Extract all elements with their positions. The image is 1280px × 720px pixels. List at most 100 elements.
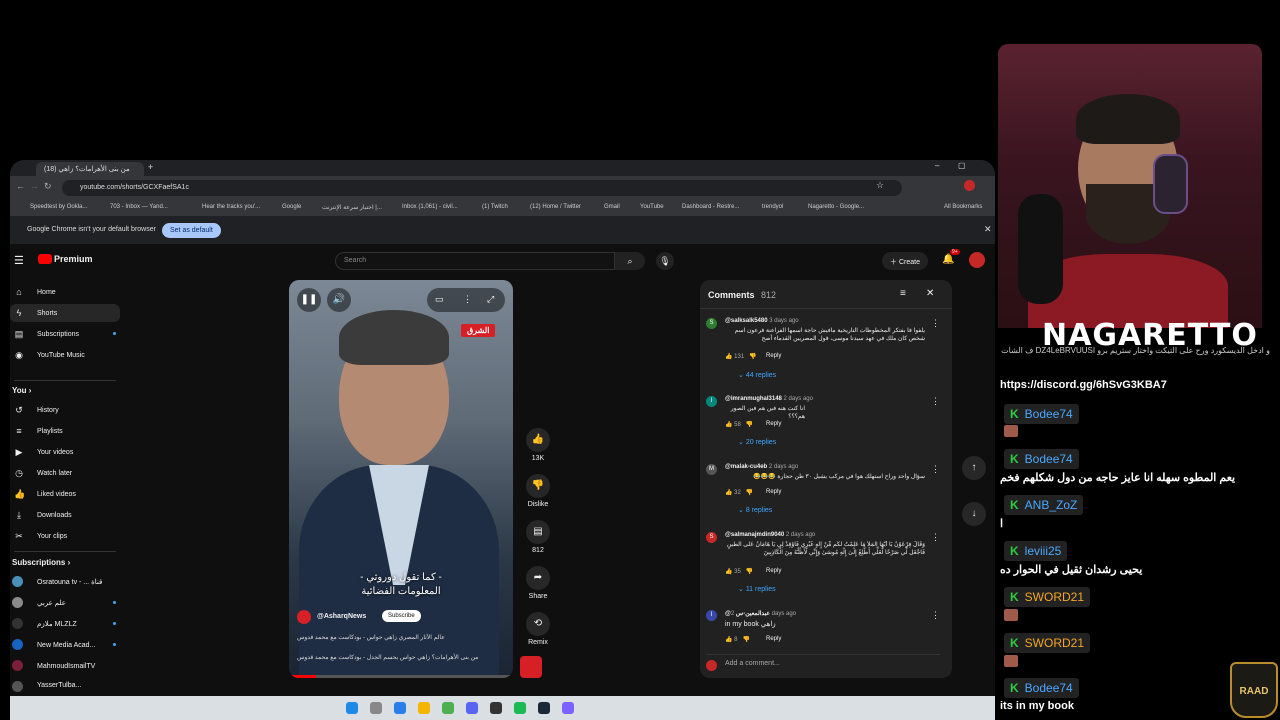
account-avatar[interactable] <box>969 252 985 268</box>
video-link-text[interactable]: عالم الآثار المصري زاهي حواس - بودكاست م… <box>297 634 445 641</box>
search-input[interactable]: Search <box>335 252 615 270</box>
subscription-channel[interactable]: Osratouna tv - ... قناة <box>10 573 120 591</box>
explorer-icon[interactable] <box>418 702 430 714</box>
reply-button[interactable]: Reply <box>766 421 781 427</box>
obs-icon[interactable] <box>490 702 502 714</box>
comment-author[interactable]: @malak-cu4eb 2 days ago <box>725 464 798 470</box>
new-tab-icon[interactable]: + <box>148 162 153 172</box>
comment-like-button[interactable]: 👍 32 👎 <box>725 489 753 496</box>
windows-start-icon[interactable] <box>346 702 358 714</box>
short-video-player[interactable]: ❚❚ 🔊 ▭ ⋮ ⤢ الشرق - كما تقول دوروثي - الم… <box>289 280 513 678</box>
bookmark-item[interactable]: (12) Home / Twitter <box>530 204 581 210</box>
sidebar-item-liked[interactable]: 👍 Liked videos <box>10 485 120 503</box>
app-icon[interactable] <box>562 702 574 714</box>
steam-icon[interactable] <box>538 702 550 714</box>
discord-link[interactable]: https://discord.gg/6hSvG3KBA7 <box>1000 379 1167 391</box>
voice-search-icon[interactable]: 🎙 <box>656 252 674 270</box>
progress-track[interactable] <box>289 675 513 678</box>
bookmark-item[interactable]: Inbox (1,061) - civil... <box>402 204 458 210</box>
reply-button[interactable]: Reply <box>766 568 781 574</box>
url-field[interactable]: youtube.com/shorts/GCXFaefSA1c <box>62 180 902 196</box>
view-replies-button[interactable]: ⌄ 44 replies <box>738 371 776 379</box>
subscription-channel[interactable]: ملازم MLZLZ <box>10 615 120 633</box>
all-bookmarks[interactable]: All Bookmarks <box>944 204 982 210</box>
bookmark-item[interactable]: trendyol <box>762 204 783 210</box>
bookmark-item[interactable]: Google <box>282 204 301 210</box>
comment-author[interactable]: @عبدالمعين-س 2 days ago <box>725 610 796 617</box>
sidebar-item-subscriptions[interactable]: ▤ Subscriptions <box>10 325 120 343</box>
spotify-icon[interactable] <box>514 702 526 714</box>
close-icon[interactable]: ✕ <box>984 224 992 235</box>
youtube-logo-icon[interactable] <box>38 254 52 264</box>
bookmark-item[interactable]: Dashboard - Restre... <box>682 204 739 210</box>
edge-icon[interactable] <box>394 702 406 714</box>
pause-icon[interactable]: ❚❚ <box>297 288 321 312</box>
reload-icon[interactable]: ↻ <box>44 181 52 192</box>
comment-avatar[interactable]: S <box>706 318 717 329</box>
comment-author[interactable]: @salksalk5480 3 days ago <box>725 318 799 324</box>
discord-icon[interactable] <box>466 702 478 714</box>
bookmark-item[interactable]: (1) Twitch <box>482 204 508 210</box>
comment-avatar[interactable]: S <box>706 532 717 543</box>
sort-icon[interactable]: ≡ <box>900 288 906 299</box>
youtube-logo-text[interactable]: Premium <box>54 254 93 264</box>
dislike-button[interactable]: 👎 Dislike <box>518 474 558 508</box>
bookmark-item[interactable]: YouTube <box>640 204 664 210</box>
comments-button[interactable]: ▤ 812 <box>518 520 558 554</box>
comment-like-button[interactable]: 👍 131 👎 <box>725 353 757 360</box>
reply-button[interactable]: Reply <box>766 636 781 642</box>
comment-avatar[interactable]: I <box>706 610 717 621</box>
sidebar-item-shorts[interactable]: ϟ Shorts <box>10 304 120 322</box>
subscription-channel[interactable]: YasserTulba... <box>10 678 120 692</box>
fullscreen-icon[interactable]: ⤢ <box>487 294 494 305</box>
bookmark-item[interactable]: Nagaretto - Google... <box>808 204 864 210</box>
share-button[interactable]: ➦ Share <box>518 566 558 600</box>
sidebar-item-downloads[interactable]: ⤓ Downloads <box>10 506 120 524</box>
sidebar-item-music[interactable]: ◉ YouTube Music <box>10 346 120 364</box>
minimize-icon[interactable]: – <box>935 161 939 170</box>
comment-avatar[interactable]: M <box>706 464 717 475</box>
more-options-icon[interactable]: ⋮ <box>931 532 940 543</box>
channel-handle[interactable]: @AsharqNews <box>317 613 366 620</box>
comment-like-button[interactable]: 👍 8 👎 <box>725 636 750 643</box>
sidebar-item-watch-later[interactable]: ◷ Watch later <box>10 464 120 482</box>
notifications-bell-icon[interactable]: 🔔 <box>942 254 954 265</box>
reply-button[interactable]: Reply <box>766 489 781 495</box>
bookmark-item[interactable]: Hear the tracks you'... <box>202 204 260 210</box>
sidebar-item-home[interactable]: ⌂ Home <box>10 283 120 301</box>
add-comment-input[interactable]: Add a comment... <box>706 654 940 671</box>
sidebar-item-your-videos[interactable]: ▶ Your videos <box>10 443 120 461</box>
comment-avatar[interactable]: I <box>706 396 717 407</box>
like-button[interactable]: 👍 13K <box>518 428 558 462</box>
set-default-button[interactable]: Set as default <box>162 223 221 238</box>
back-icon[interactable]: ← <box>16 181 25 191</box>
search-icon[interactable] <box>370 702 382 714</box>
volume-icon[interactable]: 🔊 <box>327 288 351 312</box>
subscription-channel[interactable]: علم عربي <box>10 594 120 612</box>
forward-icon[interactable]: → <box>30 181 39 191</box>
maximize-icon[interactable]: ▢ <box>958 161 966 170</box>
sidebar-item-history[interactable]: ↺ History <box>10 401 120 419</box>
you-heading[interactable]: You › <box>12 386 31 395</box>
more-options-icon[interactable]: ⋮ <box>931 464 940 475</box>
chrome-icon[interactable] <box>442 702 454 714</box>
bookmark-item[interactable]: 703 - Inbox — Yand... <box>110 204 168 210</box>
next-short-button[interactable]: ↓ <box>962 502 986 526</box>
comment-author[interactable]: @salmanajmdin9040 2 days ago <box>725 532 815 538</box>
create-button[interactable]: ＋ Create <box>882 252 928 270</box>
video-title[interactable]: من بنى الأهرامات؟ زاهي حواس يحسم الجدل -… <box>297 654 478 661</box>
channel-avatar[interactable] <box>297 610 311 624</box>
bookmark-item[interactable]: اختبار سرعة الإنترنت |... <box>322 204 382 211</box>
view-replies-button[interactable]: ⌄ 20 replies <box>738 438 776 446</box>
remix-button[interactable]: ⟲ Remix <box>518 612 558 646</box>
bookmark-item[interactable]: Speedtest by Ookla... <box>30 204 87 210</box>
bookmark-item[interactable]: Gmail <box>604 204 620 210</box>
more-options-icon[interactable]: ⋮ <box>931 318 940 329</box>
comment-like-button[interactable]: 👍 58 👎 <box>725 421 753 428</box>
bookmark-star-icon[interactable]: ☆ <box>876 180 884 191</box>
subscriptions-heading[interactable]: Subscriptions › <box>12 558 70 567</box>
comment-like-button[interactable]: 👍 35 👎 <box>725 568 753 575</box>
sidebar-item-playlists[interactable]: ≡ Playlists <box>10 422 120 440</box>
reply-button[interactable]: Reply <box>766 353 781 359</box>
close-icon[interactable]: ✕ <box>926 288 934 299</box>
